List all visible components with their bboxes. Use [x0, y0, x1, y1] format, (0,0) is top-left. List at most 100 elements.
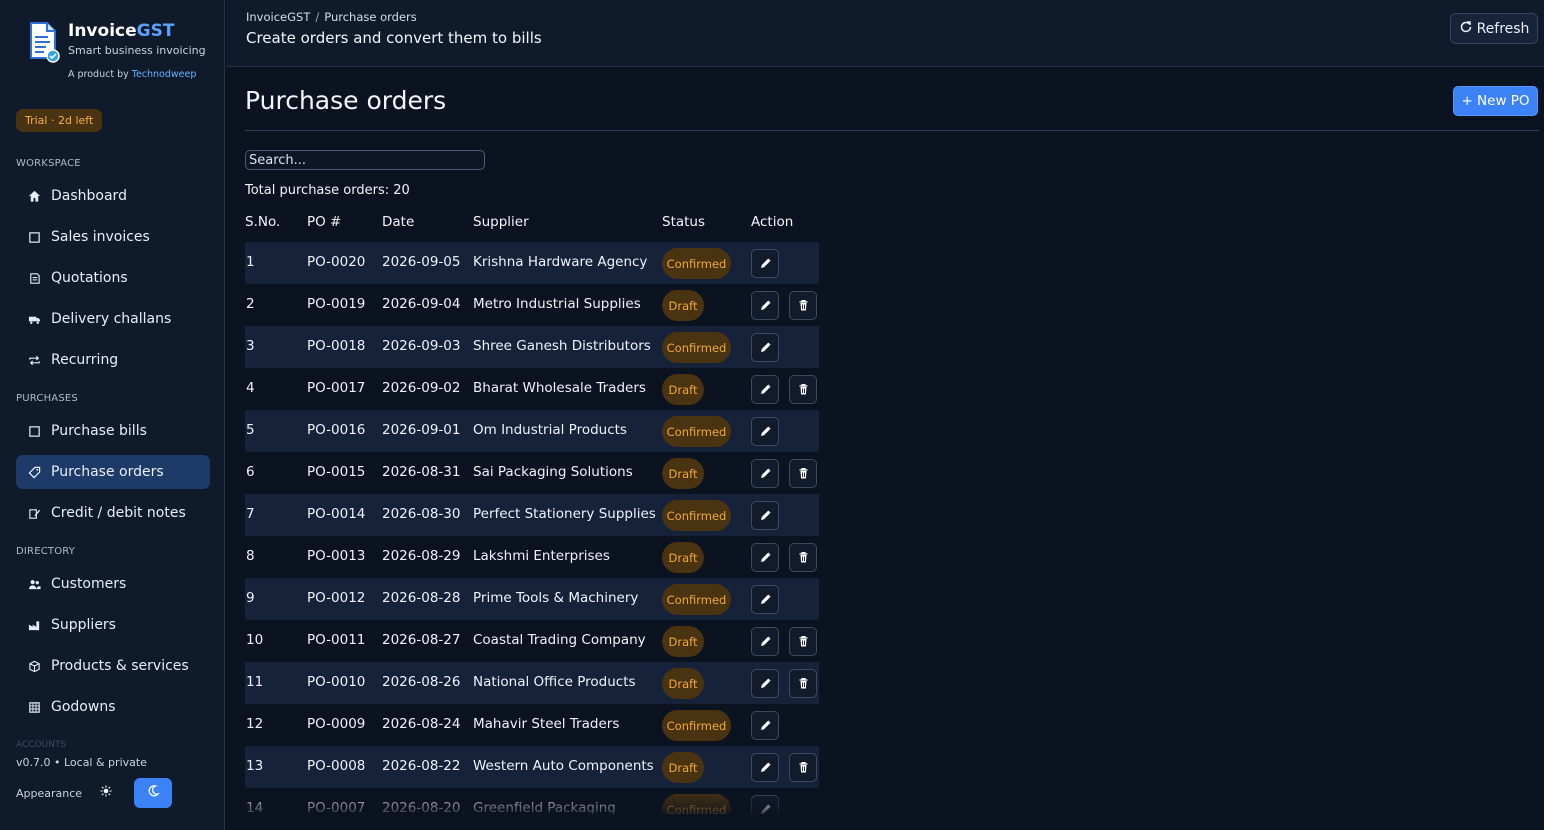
light-theme-button[interactable] [96, 783, 116, 803]
pencil-icon [758, 592, 773, 607]
delete-button[interactable] [789, 627, 817, 656]
sidebar-item-delivery-challans[interactable]: Delivery challans [16, 302, 210, 336]
cell-sno: 3 [246, 338, 255, 354]
edit-button[interactable] [751, 291, 779, 320]
column-header-action: Action [751, 214, 794, 230]
delete-button[interactable] [789, 459, 817, 488]
cell-date: 2026-08-27 [382, 632, 461, 648]
cell-date: 2026-08-24 [382, 716, 461, 732]
sidebar-item-label: Quotations [51, 270, 128, 286]
pencil-icon [758, 424, 773, 439]
cell-po-number: PO-0020 [307, 254, 366, 270]
delete-button[interactable] [789, 375, 817, 404]
table-row[interactable]: 7 PO-0014 2026-08-30 Perfect Stationery Sup… [245, 494, 819, 536]
table-row[interactable]: 14 PO-0007 2026-08-20 Greenfield Packaging C… [245, 788, 819, 814]
refresh-label: Refresh [1476, 20, 1530, 37]
edit-button[interactable] [751, 753, 779, 782]
document-check-icon [27, 20, 61, 64]
edit-button[interactable] [751, 795, 779, 814]
table-row[interactable]: 12 PO-0009 2026-08-24 Mahavir Steel Traders… [245, 704, 819, 746]
table-row[interactable]: 1 PO-0020 2026-09-05 Krishna Hardware Agenc… [245, 242, 819, 284]
cell-sno: 5 [246, 422, 255, 438]
page-title: Purchase orders [245, 86, 447, 115]
sidebar-item-label: Credit / debit notes [51, 505, 186, 521]
trial-badge: Trial · 2d left [16, 109, 103, 132]
delete-button[interactable] [789, 753, 817, 782]
cell-sno: 1 [246, 254, 255, 270]
section-purchases: PURCHASES [16, 393, 78, 404]
table-row[interactable]: 10 PO-0011 2026-08-27 Coastal Trading Compa… [245, 620, 819, 662]
cell-po-number: PO-0009 [307, 716, 366, 732]
status-badge: Draft [662, 626, 704, 657]
pencil-icon [758, 508, 773, 523]
sidebar-item-godowns[interactable]: Godowns [16, 690, 210, 724]
sidebar-item-products-services[interactable]: Products & services [16, 649, 210, 683]
cell-supplier: Perfect Stationery Supplies [473, 506, 656, 522]
sidebar-item-purchase-orders[interactable]: Purchase orders [16, 455, 210, 489]
edit-button[interactable] [751, 669, 779, 698]
users-icon [27, 577, 41, 591]
table-row[interactable]: 3 PO-0018 2026-09-03 Shree Ganesh Distribut… [245, 326, 819, 368]
sidebar-item-suppliers[interactable]: Suppliers [16, 608, 210, 642]
sidebar-item-purchase-bills[interactable]: Purchase bills [16, 414, 210, 448]
column-header-date: Date [382, 214, 415, 230]
total-count: Total purchase orders: 20 [245, 183, 410, 198]
edit-button[interactable] [751, 375, 779, 404]
technodweep-link[interactable]: Technodweep [132, 69, 197, 80]
sidebar-item-dashboard[interactable]: Dashboard [16, 179, 210, 213]
cell-sno: 9 [246, 590, 255, 606]
table-row[interactable]: 4 PO-0017 2026-09-02 Bharat Wholesale Trade… [245, 368, 819, 410]
sidebar-item-recurring[interactable]: Recurring [16, 343, 210, 377]
table-row[interactable]: 8 PO-0013 2026-08-29 Lakshmi Enterprises Dra… [245, 536, 819, 578]
cell-sno: 7 [246, 506, 255, 522]
trash-icon [796, 382, 811, 397]
column-header-supplier: Supplier [473, 214, 529, 230]
cell-date: 2026-09-03 [382, 338, 461, 354]
sidebar-item-customers[interactable]: Customers [16, 567, 210, 601]
refresh-button[interactable]: Refresh [1450, 13, 1538, 44]
pencil-icon [758, 466, 773, 481]
repeat-icon [27, 353, 41, 367]
edit-button[interactable] [751, 501, 779, 530]
cell-supplier: Prime Tools & Machinery [473, 590, 639, 606]
table-row[interactable]: 6 PO-0015 2026-08-31 Sai Packaging Solution… [245, 452, 819, 494]
title-divider [245, 130, 1539, 131]
cell-date: 2026-09-04 [382, 296, 461, 312]
table-row[interactable]: 9 PO-0012 2026-08-28 Prime Tools & Machiner… [245, 578, 819, 620]
dark-theme-button[interactable] [134, 778, 172, 808]
breadcrumb-root[interactable]: InvoiceGST [246, 10, 310, 24]
sidebar-item-credit-debit-notes[interactable]: Credit / debit notes [16, 496, 210, 530]
brand-credit: A product by Technodweep [68, 69, 197, 80]
search-input[interactable] [245, 150, 485, 170]
delete-button[interactable] [789, 543, 817, 572]
edit-button[interactable] [751, 333, 779, 362]
sidebar-item-sales-invoices[interactable]: Sales invoices [16, 220, 210, 254]
status-badge: Confirmed [662, 794, 731, 814]
table-row[interactable]: 2 PO-0019 2026-09-04 Metro Industrial Suppl… [245, 284, 819, 326]
quotation-icon [27, 271, 41, 285]
new-po-button[interactable]: + New PO [1453, 86, 1538, 116]
cell-sno: 4 [246, 380, 255, 396]
edit-button[interactable] [751, 543, 779, 572]
edit-button[interactable] [751, 585, 779, 614]
sidebar-item-label: Recurring [51, 352, 119, 368]
table-row[interactable]: 5 PO-0016 2026-09-01 Om Industrial Products… [245, 410, 819, 452]
square-icon [27, 230, 41, 244]
edit-button[interactable] [751, 249, 779, 278]
cell-po-number: PO-0018 [307, 338, 366, 354]
table-row[interactable]: 13 PO-0008 2026-08-22 Western Auto Componen… [245, 746, 819, 788]
edit-button[interactable] [751, 417, 779, 446]
delete-button[interactable] [789, 291, 817, 320]
sidebar: InvoiceGST Smart business invoicing A pr… [0, 0, 225, 830]
edit-button[interactable] [751, 711, 779, 740]
cell-date: 2026-08-20 [382, 800, 461, 814]
appearance-label: Appearance [16, 787, 83, 800]
edit-button[interactable] [751, 627, 779, 656]
warehouse-icon [27, 700, 41, 714]
sidebar-item-quotations[interactable]: Quotations [16, 261, 210, 295]
sidebar-item-label: Customers [51, 576, 127, 592]
delete-button[interactable] [789, 669, 817, 698]
edit-button[interactable] [751, 459, 779, 488]
sidebar-item-label: Suppliers [51, 617, 116, 633]
table-row[interactable]: 11 PO-0010 2026-08-26 National Office Produ… [245, 662, 819, 704]
